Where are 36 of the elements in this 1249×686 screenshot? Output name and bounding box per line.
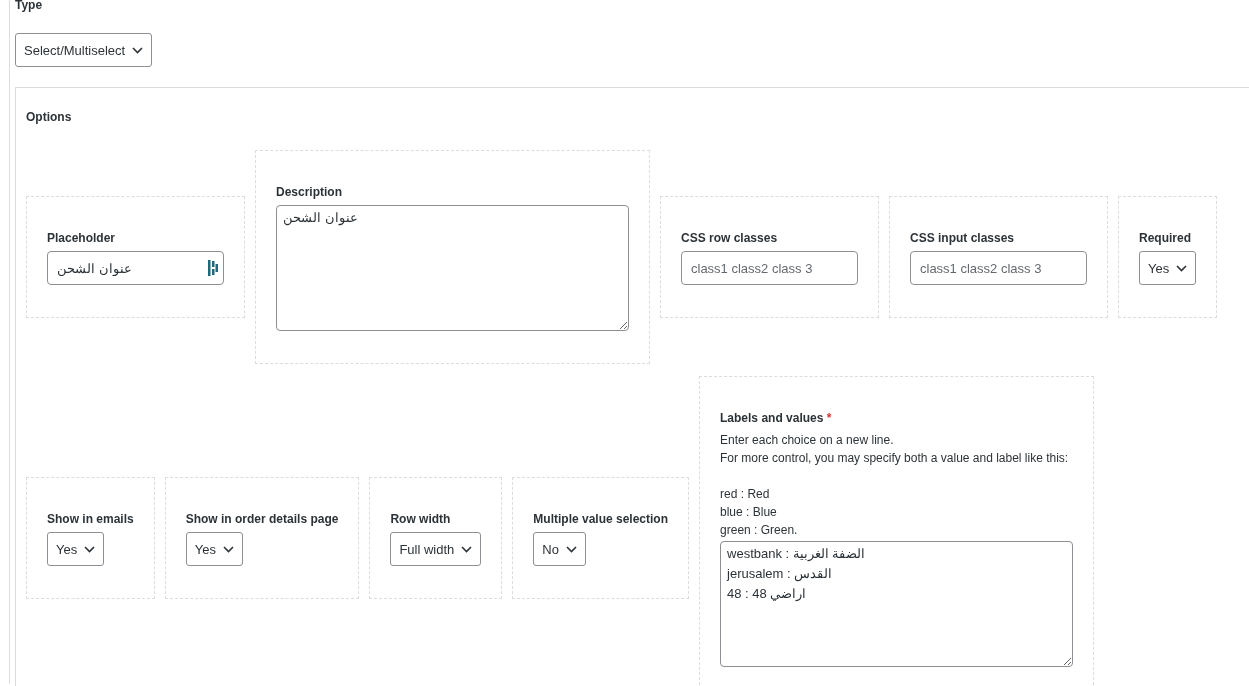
dropdown[interactable]: Yes [1139,251,1197,285]
options-title: Options [26,110,73,124]
text-area[interactable]: westbank : الضفة الغربية jerusalem : القدس 48 : اراضي 48 [720,541,1074,667]
dropdown[interactable]: No [533,532,586,566]
chevron-down-icon [132,46,144,54]
example-text: red : Red [720,486,771,503]
field-label: Show in order details page [185,511,339,528]
field-label: Labels and values * [720,410,833,427]
text-area[interactable]: عنوان الشحن [276,205,629,331]
field-label: Placeholder [47,230,117,247]
field-label: Row width [390,511,452,528]
example-text: green : Green. [720,522,799,539]
chevron-down-icon [222,545,234,553]
field-label: Required [1139,230,1192,247]
type-dropdown[interactable]: Select/Multiselect [15,33,153,67]
field-label: CSS row classes [681,230,779,247]
example-text: blue : Blue [720,504,778,521]
dropdown[interactable]: Yes [185,532,243,566]
field-label: Multiple value selection [533,511,669,528]
chevron-down-icon [461,545,473,553]
text-field[interactable]: عنوان الشحن [47,251,224,285]
chevron-down-icon [1176,264,1188,272]
help-text: Enter each choice on a new line. [720,432,895,449]
bars-icon [208,260,218,276]
chevron-down-icon [84,545,96,553]
type-label: Type [15,0,44,12]
dropdown[interactable]: Yes [47,532,105,566]
help-text: For more control, you may specify both a value and label like this: [720,450,1070,467]
required-mark: * [826,411,832,425]
text-field[interactable]: class1 class2 class 3 [910,251,1087,285]
chevron-down-icon [565,545,577,553]
field-label: Description [276,184,343,201]
dropdown[interactable]: Full width [390,532,482,566]
text-field[interactable]: class1 class2 class 3 [681,251,858,285]
field-label: CSS input classes [910,230,1016,247]
field-label: Show in emails [47,511,134,528]
